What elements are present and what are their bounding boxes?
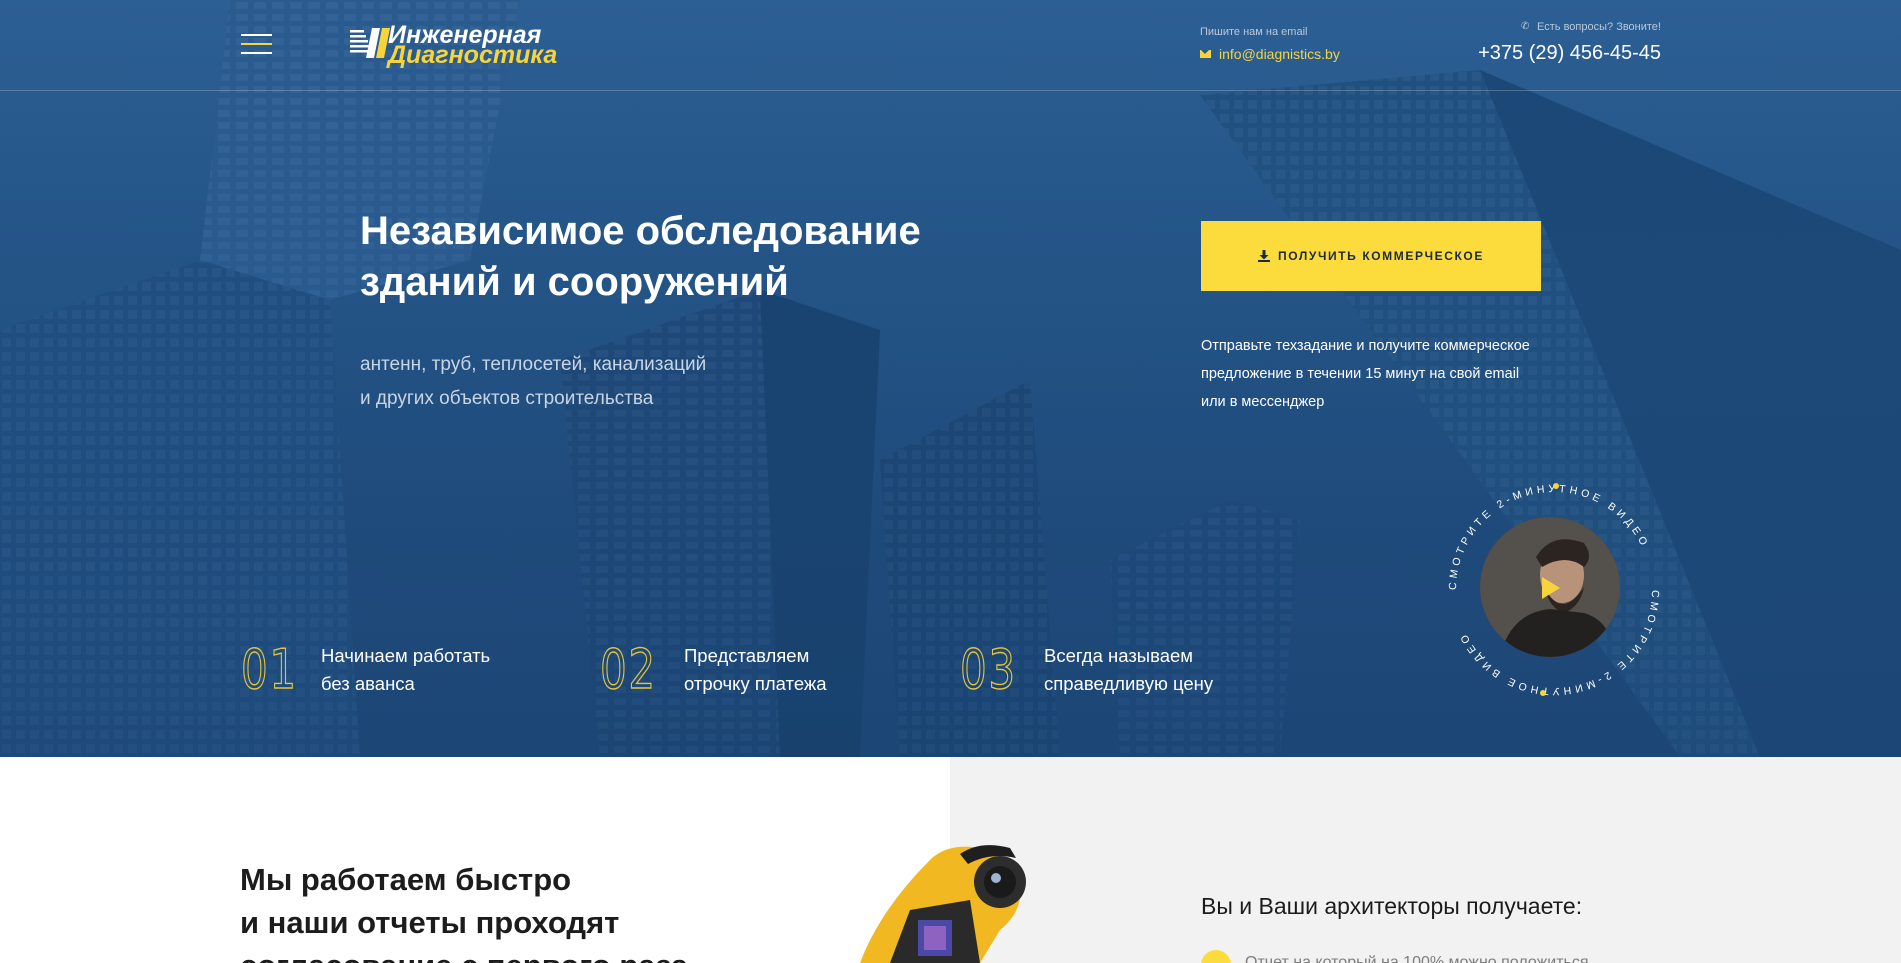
feature-number: 02 bbox=[599, 638, 657, 701]
feature-number: 03 bbox=[959, 638, 1017, 701]
phone-label: ✆ Есть вопросы? Звоните! bbox=[1521, 21, 1661, 33]
cta-description-line: Отправьте техзадание и получите коммерче… bbox=[1201, 338, 1530, 354]
phone-number-link[interactable]: +375 (29) 456-45-45 bbox=[1478, 42, 1661, 65]
benefits-title: Вы и Ваши архитекторы получаете: bbox=[1201, 893, 1583, 919]
section-title: Мы работаем быстро и наши отчеты проходя… bbox=[240, 858, 760, 963]
play-icon[interactable] bbox=[1542, 577, 1560, 599]
section-title-line: и наши отчеты проходят bbox=[240, 905, 620, 940]
email-label: Пишите нам на email bbox=[1200, 26, 1308, 38]
hero-subtitle-line: антенн, труб, теплосетей, канализаций bbox=[360, 354, 707, 375]
hero-subtitle-line: и других объектов строительства bbox=[360, 388, 654, 409]
section-title-line: согласование с первого раза bbox=[240, 944, 760, 963]
hero-title-line: зданий и сооружений bbox=[360, 260, 789, 304]
section-title-line: Мы работаем быстро bbox=[240, 862, 572, 897]
features-list: 01 Начинаем работать без аванса 02 Предс… bbox=[240, 638, 1241, 701]
feature-text: Всегда называем справедливую цену bbox=[1044, 642, 1213, 698]
feature-text: Представляем отрочку платежа bbox=[684, 642, 827, 698]
get-commercial-offer-button[interactable]: Получить коммерческое bbox=[1201, 221, 1541, 291]
mail-icon bbox=[1200, 50, 1211, 58]
cta-description: Отправьте техзадание и получите коммерче… bbox=[1201, 332, 1561, 416]
feature-text-line: Представляем bbox=[684, 645, 810, 666]
feature-number: 01 bbox=[240, 638, 298, 701]
benefit-item: Отчет на который на 100% можно положитьс… bbox=[1201, 950, 1589, 963]
hero-section: Инженерная Диагностика Пишите нам на ema… bbox=[0, 0, 1901, 757]
top-navigation-bar: Инженерная Диагностика Пишите нам на ema… bbox=[0, 0, 1901, 91]
hero-title: Независимое обследование зданий и сооруж… bbox=[360, 206, 980, 308]
phone-icon: ✆ bbox=[1521, 21, 1530, 32]
benefit-text: Отчет на который на 100% можно положитьс… bbox=[1245, 954, 1589, 963]
cta-description-line: предложение в течении 15 минут на свой e… bbox=[1201, 366, 1520, 382]
section-right-panel bbox=[950, 757, 1901, 963]
logo-mark-icon bbox=[350, 28, 390, 58]
email-value[interactable]: info@diagnistics.by bbox=[1219, 46, 1340, 62]
cta-description-line: или в мессенджер bbox=[1201, 394, 1325, 410]
email-link[interactable]: info@diagnistics.by bbox=[1200, 46, 1340, 62]
hero-title-line: Независимое обследование bbox=[360, 209, 921, 253]
feature-text: Начинаем работать без аванса bbox=[321, 642, 490, 698]
feature-text-line: без аванса bbox=[321, 673, 415, 694]
feature-text-line: справедливую цену bbox=[1044, 673, 1214, 694]
download-icon bbox=[1258, 250, 1271, 262]
hamburger-menu-icon[interactable] bbox=[241, 34, 272, 56]
cta-label: Получить коммерческое bbox=[1278, 249, 1484, 263]
company-logo[interactable]: Инженерная Диагностика bbox=[350, 22, 562, 68]
feature-text-line: отрочку платежа bbox=[684, 673, 827, 694]
thermal-camera-image bbox=[860, 845, 1026, 963]
logo-text-line2: Диагностика bbox=[388, 41, 558, 69]
video-play-widget[interactable]: СМОТРИТЕ 2-МИНУТНОЕ ВИДЕО СМОТРИТЕ 2-МИН… bbox=[1440, 476, 1668, 704]
feature-text-line: Всегда называем bbox=[1044, 645, 1194, 666]
check-icon bbox=[1201, 950, 1231, 963]
hero-subtitle: антенн, труб, теплосетей, канализаций и … bbox=[360, 348, 840, 416]
phone-label-text: Есть вопросы? Звоните! bbox=[1537, 21, 1661, 33]
feature-text-line: Начинаем работать bbox=[321, 645, 491, 666]
